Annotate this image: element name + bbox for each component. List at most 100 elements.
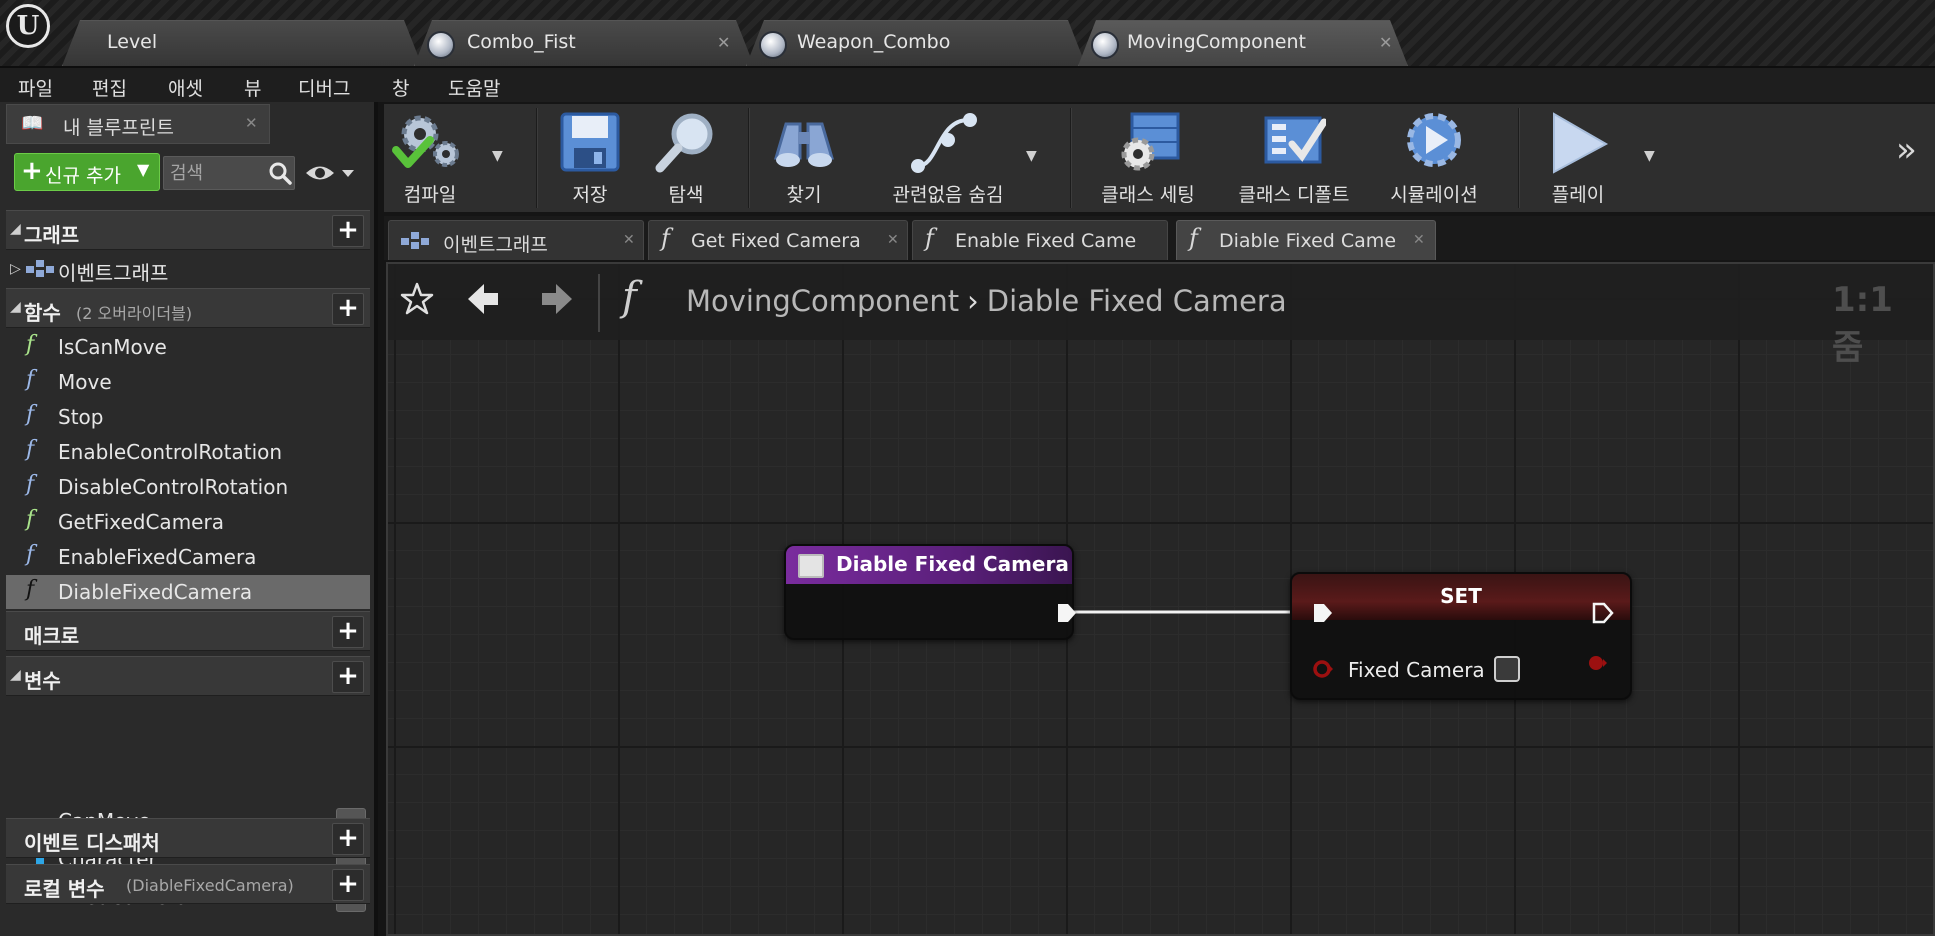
add-dispatcher-button[interactable]: + (332, 823, 364, 855)
tab-event-graph[interactable]: 이벤트그래프 ✕ (388, 220, 644, 260)
function-item[interactable]: f EnableControlRotation (6, 435, 370, 469)
section-functions[interactable]: ◢ 함수 (2 오버라이더블) + (6, 288, 370, 328)
add-macro-button[interactable]: + (332, 616, 364, 648)
doc-tab-label: Weapon_Combo (797, 31, 951, 53)
menu-asset[interactable]: 애셋 (168, 74, 203, 101)
add-new-button[interactable]: + 신규 추가 ▼ (14, 153, 160, 191)
tree-item-event-graph[interactable]: ▷ 이벤트그래프 (6, 252, 370, 286)
function-icon: f (26, 437, 35, 462)
collapse-triangle-icon[interactable]: ◢ (10, 221, 21, 237)
compile-label: 컴파일 (403, 184, 457, 206)
bool-input-pin-icon[interactable] (1312, 658, 1334, 680)
function-label: DiableFixedCamera (58, 580, 253, 604)
doc-tab-level[interactable]: Level (62, 20, 422, 66)
function-item[interactable]: f Stop (6, 400, 370, 434)
tab-label: 이벤트그래프 (443, 234, 548, 256)
section-macros[interactable]: 매크로 + (6, 611, 370, 651)
close-icon[interactable]: ✕ (717, 33, 730, 52)
add-new-label: 신규 추가 (45, 165, 121, 187)
class-settings-icon (1121, 112, 1180, 171)
class-defaults-label: 클래스 디폴트 (1238, 184, 1350, 206)
function-item[interactable]: f Move (6, 365, 370, 399)
expand-triangle-icon[interactable]: ▷ (10, 261, 21, 277)
doc-tab-combo-fist[interactable]: Combo_Fist ✕ (414, 20, 754, 66)
doc-tab-moving-component[interactable]: MovingComponent ✕ (1078, 20, 1408, 66)
menu-bar: 파일 편집 애셋 뷰 디버그 창 도움말 (0, 66, 1935, 102)
tab-get-fixed-camera[interactable]: f Get Fixed Camera ✕ (648, 220, 908, 260)
toolbar-separator (536, 108, 538, 208)
exec-output-pin-icon[interactable] (1592, 602, 1614, 624)
browse-button[interactable]: 탐색 (644, 104, 728, 214)
function-entry-icon (798, 554, 824, 578)
chevron-down-icon[interactable]: ▼ (492, 148, 503, 164)
toolbar-overflow-icon[interactable]: » (1896, 130, 1917, 170)
add-graph-button[interactable]: + (332, 215, 364, 247)
book-icon: 📖 (21, 113, 44, 134)
function-item-selected[interactable]: f DiableFixedCamera (6, 575, 370, 609)
hide-unrelated-button[interactable]: 관련없음 숨김 (864, 104, 1034, 214)
play-button[interactable]: 플레이 (1532, 104, 1632, 214)
visibility-eye-icon[interactable] (304, 160, 356, 186)
toolbar-separator (748, 108, 750, 208)
function-icon: f (26, 472, 35, 497)
set-variable-node[interactable]: SET Fixed Camera (1290, 572, 1632, 700)
chevron-down-icon[interactable]: ▼ (1026, 148, 1037, 164)
find-button[interactable]: 찾기 (762, 104, 846, 214)
collapse-triangle-icon[interactable]: ◢ (10, 299, 21, 315)
add-function-button[interactable]: + (332, 293, 364, 325)
compile-button[interactable]: 컴파일 ▼ (384, 104, 514, 214)
unreal-logo-icon[interactable]: U (6, 4, 50, 48)
menu-window[interactable]: 창 (392, 74, 409, 101)
section-event-dispatchers[interactable]: 이벤트 디스패처 + (6, 818, 370, 858)
tab-diable-fixed-camera[interactable]: f Diable Fixed Came ✕ (1176, 220, 1436, 260)
close-icon[interactable]: ✕ (623, 232, 635, 248)
menu-view[interactable]: 뷰 (244, 74, 261, 101)
browse-label: 탐색 (668, 184, 704, 206)
close-icon[interactable]: ✕ (245, 114, 258, 132)
add-variable-button[interactable]: + (332, 661, 364, 693)
graph-canvas[interactable]: f MovingComponent › Diable Fixed Camera 1:… (386, 262, 1935, 936)
class-settings-button[interactable]: 클래스 세팅 (1088, 104, 1210, 214)
search-field[interactable] (163, 156, 295, 190)
close-icon[interactable]: ✕ (1413, 232, 1425, 248)
my-blueprint-tab[interactable]: 📖 내 블루프린트 ✕ (6, 104, 270, 144)
browse-magnifier-icon (655, 113, 713, 173)
bool-value-checkbox[interactable] (1494, 656, 1520, 682)
function-item[interactable]: f GetFixedCamera (6, 505, 370, 539)
section-variables[interactable]: ◢ 변수 + (6, 656, 370, 696)
bool-output-pin-icon[interactable] (1586, 652, 1608, 674)
menu-file[interactable]: 파일 (18, 74, 53, 101)
menu-edit[interactable]: 편집 (92, 74, 127, 101)
function-item[interactable]: f EnableFixedCamera (6, 540, 370, 574)
chevron-down-icon[interactable]: ▼ (1644, 148, 1655, 164)
function-label: Move (58, 370, 112, 394)
section-subtitle: (DiableFixedCamera) (126, 876, 294, 895)
section-title: 이벤트 디스패처 (24, 831, 160, 855)
save-button[interactable]: 저장 (550, 104, 630, 214)
find-binoculars-icon (773, 122, 835, 167)
close-icon[interactable]: ✕ (887, 232, 899, 248)
function-icon: f (26, 402, 35, 427)
add-local-variable-button[interactable]: + (332, 869, 364, 901)
section-graph[interactable]: ◢ 그래프 + (6, 210, 370, 250)
event-graph-icon (401, 232, 429, 249)
menu-debug[interactable]: 디버그 (298, 74, 350, 101)
function-entry-node[interactable]: Diable Fixed Camera (784, 544, 1076, 640)
section-title: 매크로 (24, 624, 80, 648)
pin-label: Fixed Camera (1348, 658, 1485, 682)
doc-tab-weapon-combo[interactable]: Weapon_Combo ✕ (746, 20, 1086, 66)
menu-help[interactable]: 도움말 (448, 74, 500, 101)
exec-output-pin-icon[interactable] (1056, 602, 1078, 624)
search-icon[interactable] (268, 161, 292, 185)
exec-input-pin-icon[interactable] (1312, 602, 1334, 624)
close-icon[interactable]: ✕ (1379, 33, 1392, 52)
collapse-triangle-icon[interactable]: ◢ (10, 667, 21, 683)
class-defaults-button[interactable]: 클래스 디폴트 (1230, 104, 1358, 214)
function-item[interactable]: f IsCanMove (6, 330, 370, 364)
search-input[interactable] (170, 161, 260, 185)
simulation-button[interactable]: 시뮬레이션 (1378, 104, 1492, 214)
function-icon: f (661, 224, 670, 252)
section-local-variables[interactable]: 로컬 변수 (DiableFixedCamera) + (6, 864, 370, 904)
function-item[interactable]: f DisableControlRotation (6, 470, 370, 504)
tab-enable-fixed-camera[interactable]: f Enable Fixed Came (912, 220, 1168, 260)
